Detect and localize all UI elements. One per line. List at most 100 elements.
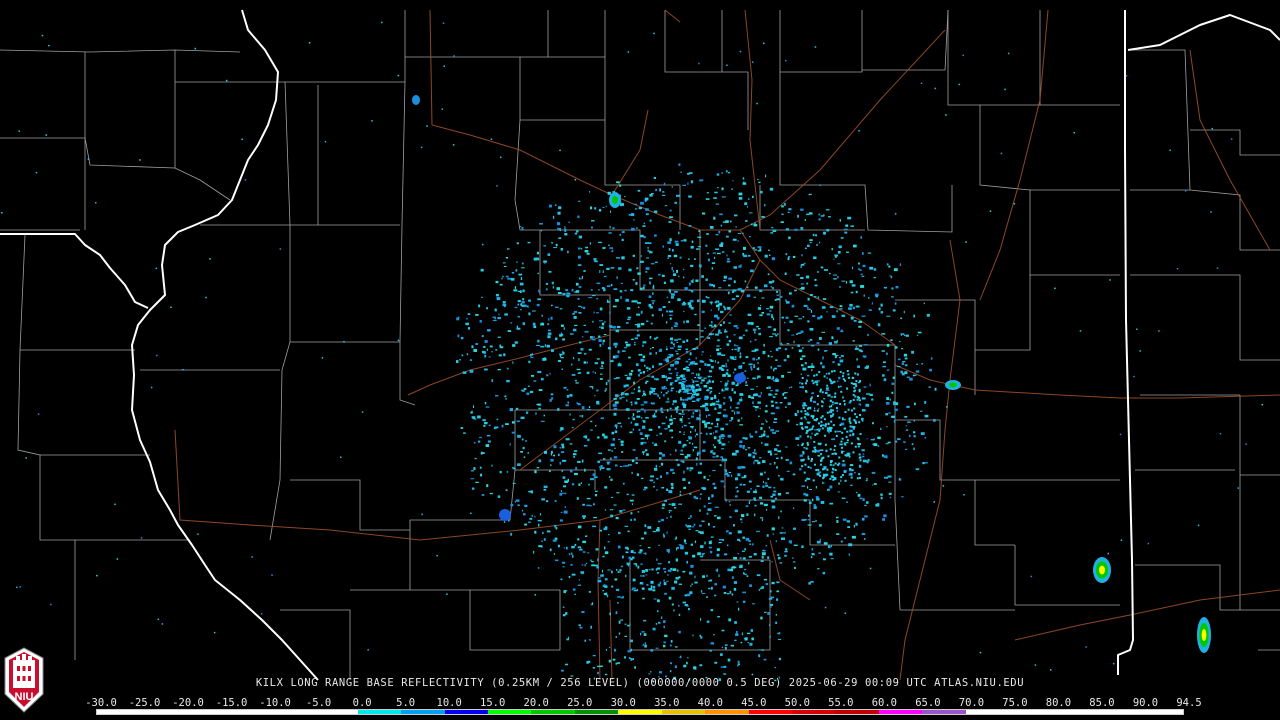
- echo-pixel: [642, 286, 645, 290]
- echo-pixel: [836, 516, 839, 519]
- echo-pixel: [687, 389, 691, 391]
- echo-pixel: [594, 207, 597, 210]
- echo-pixel: [723, 485, 726, 488]
- echo-pixel: [644, 644, 647, 648]
- echo-pixel: [749, 340, 752, 343]
- echo-pixel: [784, 348, 788, 351]
- echo-pixel: [494, 308, 497, 312]
- echo-pixel: [505, 489, 508, 492]
- echo-pixel: [673, 325, 678, 327]
- echo-pixel: [723, 592, 727, 594]
- echo-pixel: [692, 442, 694, 445]
- echo-pixel: [817, 348, 820, 351]
- echo-pixel: [421, 513, 423, 516]
- echo-pixel: [820, 453, 823, 456]
- echo-pixel: [709, 579, 712, 582]
- echo-pixel: [761, 297, 765, 299]
- echo-pixel: [507, 330, 511, 332]
- echo-pixel: [688, 363, 691, 366]
- echo-pixel: [592, 320, 594, 323]
- echo-pixel: [679, 375, 681, 377]
- echo-pixel: [843, 470, 846, 473]
- echo-pixel: [718, 308, 720, 311]
- echo-pixel: [585, 437, 587, 439]
- echo-pixel: [771, 561, 773, 563]
- echo-pixel: [503, 353, 506, 357]
- echo-pixel: [704, 363, 707, 366]
- echo-pixel: [752, 377, 756, 380]
- echo-pixel: [561, 446, 565, 449]
- echo-pixel: [716, 316, 720, 320]
- echo-pixel: [484, 422, 488, 425]
- echo-pixel: [647, 546, 651, 549]
- echo-pixel: [720, 381, 722, 383]
- echo-pixel: [846, 430, 849, 433]
- echo-pixel: [495, 293, 499, 297]
- echo-pixel: [617, 570, 619, 573]
- echo-pixel: [758, 435, 763, 438]
- echo-pixel: [640, 310, 643, 314]
- echo-pixel: [728, 501, 731, 503]
- echo-pixel: [793, 544, 798, 546]
- echo-pixel: [321, 357, 324, 359]
- echo-pixel: [683, 486, 687, 489]
- echo-pixel: [668, 503, 672, 505]
- echo-pixel: [705, 407, 708, 409]
- echo-pixel: [718, 404, 722, 406]
- echo-pixel: [1197, 524, 1200, 527]
- echo-pixel: [1112, 662, 1115, 665]
- echo-pixel: [512, 361, 514, 364]
- echo-pixel: [831, 409, 834, 412]
- echo-pixel: [571, 363, 573, 366]
- echo-pixel: [717, 187, 719, 189]
- echo-pixel: [550, 316, 553, 320]
- echo-pixel: [538, 523, 540, 527]
- echo-pixel: [634, 423, 639, 426]
- echo-pixel: [811, 432, 813, 435]
- echo-pixel: [522, 262, 524, 265]
- echo-pixel: [873, 268, 877, 271]
- echo-pixel: [845, 281, 848, 284]
- echo-pixel: [498, 313, 500, 316]
- echo-pixel: [652, 284, 655, 288]
- echo-pixel: [535, 412, 537, 415]
- echo-pixel: [471, 416, 475, 419]
- echo-pixel: [676, 374, 678, 376]
- echo-pixel: [635, 208, 638, 210]
- echo-pixel: [661, 616, 663, 619]
- storm-cell-ring: [499, 509, 511, 521]
- echo-pixel: [880, 493, 883, 496]
- scale-label: 45.0: [741, 697, 767, 709]
- echo-pixel: [821, 400, 823, 403]
- echo-pixel: [783, 321, 786, 324]
- echo-pixel: [661, 422, 666, 425]
- echo-pixel: [579, 415, 582, 417]
- echo-pixel: [774, 448, 778, 451]
- scale-label: 85.0: [1089, 697, 1115, 709]
- echo-pixel: [806, 213, 810, 216]
- echo-pixel: [775, 614, 777, 616]
- echo-pixel: [615, 329, 619, 333]
- echo-pixel: [817, 270, 819, 273]
- echo-pixel: [596, 565, 599, 569]
- echo-pixel: [784, 272, 787, 275]
- echo-pixel: [815, 419, 818, 422]
- echo-pixel: [721, 539, 725, 541]
- echo-pixel: [48, 44, 50, 47]
- echo-pixel: [875, 295, 878, 298]
- echo-pixel: [773, 462, 776, 464]
- echo-pixel: [742, 591, 746, 594]
- echo-pixel: [752, 357, 756, 361]
- echo-pixel: [761, 649, 764, 651]
- echo-pixel: [646, 437, 649, 440]
- echo-pixel: [813, 256, 817, 260]
- echo-pixel: [706, 192, 709, 194]
- echo-pixel: [716, 304, 720, 308]
- echo-pixel: [470, 512, 472, 515]
- echo-pixel: [744, 638, 748, 641]
- echo-pixel: [761, 312, 764, 314]
- echo-pixel: [610, 210, 612, 213]
- echo-pixel: [734, 566, 737, 569]
- echo-pixel: [643, 222, 645, 225]
- echo-pixel: [649, 281, 651, 285]
